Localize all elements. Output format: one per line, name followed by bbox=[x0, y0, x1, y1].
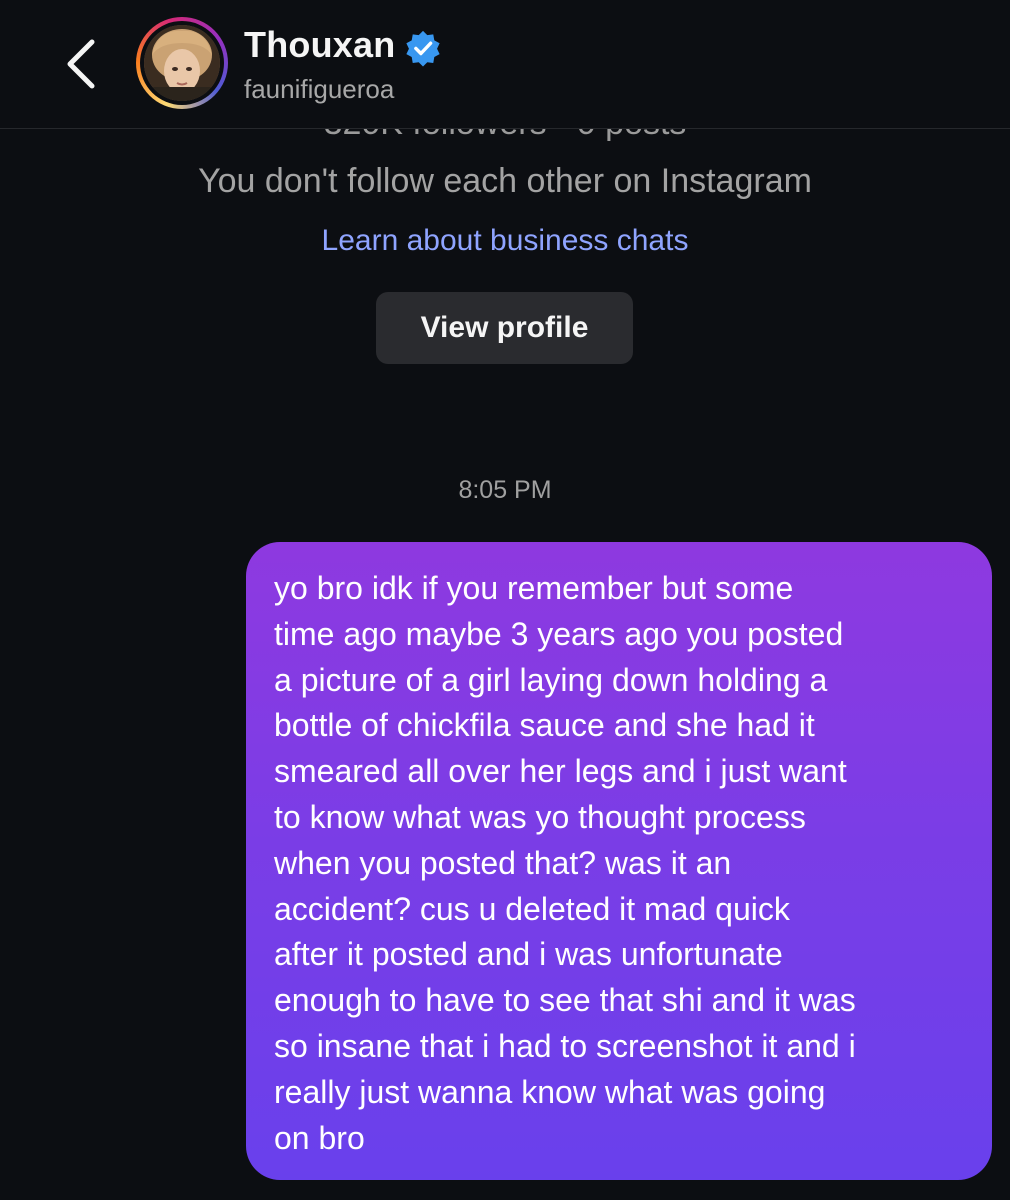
message-timestamp: 8:05 PM bbox=[458, 476, 552, 504]
chat-header: Thouxan faunifigueroa bbox=[0, 0, 1010, 129]
learn-business-chats-link[interactable]: Learn about business chats bbox=[0, 224, 1010, 258]
avatar[interactable] bbox=[136, 17, 228, 109]
dm-thread-screen: Thouxan faunifigueroa 320K followers · 0… bbox=[0, 0, 1010, 1200]
chevron-left-icon bbox=[67, 39, 95, 89]
verified-badge-icon bbox=[406, 30, 440, 67]
contact-username[interactable]: faunifigueroa bbox=[244, 74, 394, 105]
back-button[interactable] bbox=[56, 34, 108, 94]
follow-status-text: You don't follow each other on Instagram bbox=[198, 162, 812, 200]
view-profile-button[interactable]: View profile bbox=[376, 292, 633, 364]
sent-message-bubble[interactable]: yo bro idk if you remember but some time… bbox=[246, 542, 992, 1180]
message-text: yo bro idk if you remember but some time… bbox=[274, 570, 856, 1156]
contact-display-name[interactable]: Thouxan bbox=[244, 24, 395, 66]
profile-photo bbox=[144, 25, 220, 101]
